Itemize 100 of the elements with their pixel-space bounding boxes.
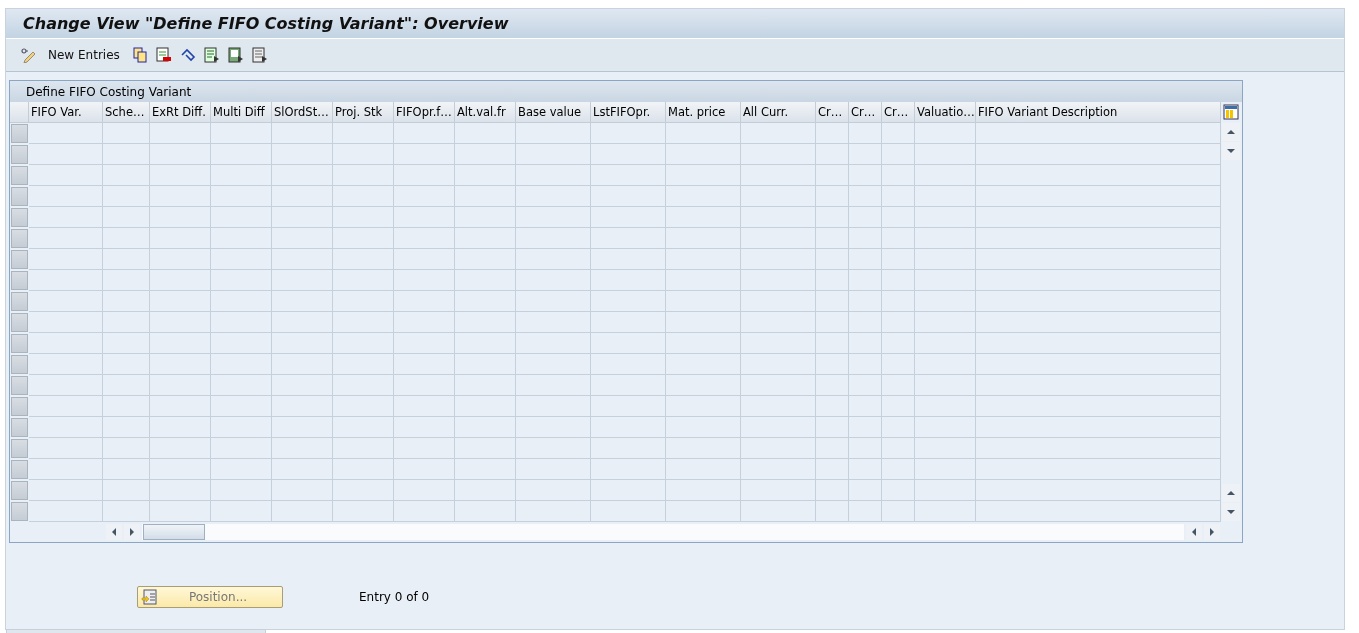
table-cell — [882, 459, 915, 480]
row-selector[interactable] — [11, 145, 28, 164]
column-settings-icon[interactable] — [1223, 104, 1239, 120]
table-cell — [816, 375, 849, 396]
table-cell — [882, 207, 915, 228]
table-cell — [272, 291, 333, 312]
table-cell — [272, 480, 333, 501]
table-cell — [816, 480, 849, 501]
row-selector[interactable] — [11, 124, 28, 143]
table-cell — [272, 501, 333, 522]
table-cell — [394, 228, 455, 249]
table-cell — [150, 249, 211, 270]
table-cell — [882, 249, 915, 270]
column-header[interactable]: Base value — [516, 102, 591, 123]
row-selector[interactable] — [11, 502, 28, 521]
table-cell — [816, 270, 849, 291]
triangle-right-icon — [1208, 528, 1216, 536]
row-selector[interactable] — [11, 229, 28, 248]
table-cell — [849, 186, 882, 207]
position-button[interactable]: Position... — [137, 586, 283, 608]
row-selector[interactable] — [11, 271, 28, 290]
scroll-up-button[interactable] — [1222, 123, 1240, 141]
column-header[interactable]: Multi Diff — [211, 102, 272, 123]
table-cell — [103, 186, 150, 207]
row-selector[interactable] — [11, 397, 28, 416]
table-cell — [150, 228, 211, 249]
table-cell — [211, 207, 272, 228]
table-cell — [150, 144, 211, 165]
column-header[interactable]: Cr… — [882, 102, 915, 123]
table-cell — [915, 144, 976, 165]
table-cell — [882, 375, 915, 396]
table-cell — [103, 207, 150, 228]
table-cell — [150, 480, 211, 501]
new-entries-button[interactable]: New Entries — [44, 48, 124, 62]
column-header[interactable]: Alt.val.fr — [455, 102, 516, 123]
table-cell — [849, 417, 882, 438]
table-cell — [915, 270, 976, 291]
table-cell — [915, 207, 976, 228]
table-cell — [915, 123, 976, 144]
row-selector[interactable] — [11, 355, 28, 374]
select-all-button[interactable] — [10, 102, 29, 123]
table-cell — [272, 270, 333, 291]
scroll-right-button[interactable] — [124, 524, 140, 540]
scroll-down-button[interactable] — [1222, 503, 1240, 521]
column-header[interactable]: ExRt Diff. — [150, 102, 211, 123]
table-cell — [455, 438, 516, 459]
table-cell — [816, 291, 849, 312]
table-cell — [272, 249, 333, 270]
table-cell — [455, 375, 516, 396]
table-cell — [394, 291, 455, 312]
delete-row-icon[interactable] — [155, 47, 172, 63]
table-cell — [211, 144, 272, 165]
table-cell — [150, 270, 211, 291]
column-header[interactable]: Mat. price — [666, 102, 741, 123]
table-cell — [849, 228, 882, 249]
triangle-left-icon — [110, 528, 118, 536]
row-selector[interactable] — [11, 376, 28, 395]
column-header[interactable]: Sche… — [103, 102, 150, 123]
row-selector[interactable] — [11, 481, 28, 500]
table-cell — [455, 417, 516, 438]
row-selector[interactable] — [11, 313, 28, 332]
table-cell — [915, 375, 976, 396]
table-cell — [211, 249, 272, 270]
column-header[interactable]: LstFIFOpr. — [591, 102, 666, 123]
table-cell — [272, 438, 333, 459]
column-header[interactable]: Valuatio… — [915, 102, 976, 123]
table-cell — [150, 165, 211, 186]
scroll-down-button[interactable] — [1222, 142, 1240, 160]
column-header[interactable]: All Curr. — [741, 102, 816, 123]
table-cell — [915, 333, 976, 354]
column-header[interactable]: FIFO Variant Description — [976, 102, 1221, 123]
scroll-up-button[interactable] — [1222, 484, 1240, 502]
row-selector[interactable] — [11, 418, 28, 437]
table-cell — [394, 459, 455, 480]
scroll-right-button[interactable] — [1204, 524, 1220, 540]
row-selector[interactable] — [11, 292, 28, 311]
scrollbar-thumb[interactable] — [143, 524, 205, 540]
column-header[interactable]: FIFO Var. — [29, 102, 103, 123]
table-cell — [882, 501, 915, 522]
column-header[interactable]: Cr… — [816, 102, 849, 123]
table-cell — [103, 501, 150, 522]
table-cell — [882, 396, 915, 417]
copy-icon[interactable] — [131, 47, 148, 63]
column-header[interactable]: FIFOpr.f… — [394, 102, 455, 123]
table-cell — [333, 228, 394, 249]
column-header[interactable]: Cr… — [849, 102, 882, 123]
row-selector[interactable] — [11, 439, 28, 458]
row-selector[interactable] — [11, 208, 28, 227]
scroll-left-button[interactable] — [1186, 524, 1202, 540]
row-selector[interactable] — [11, 460, 28, 479]
row-selector[interactable] — [11, 334, 28, 353]
row-selector[interactable] — [11, 187, 28, 206]
row-selector[interactable] — [11, 166, 28, 185]
column-header[interactable]: Proj. Stk — [333, 102, 394, 123]
table-cell — [211, 438, 272, 459]
column-header[interactable]: SlOrdSt… — [272, 102, 333, 123]
scroll-left-button[interactable] — [106, 524, 122, 540]
row-selector[interactable] — [11, 250, 28, 269]
table-cell — [915, 354, 976, 375]
table-cell — [211, 228, 272, 249]
